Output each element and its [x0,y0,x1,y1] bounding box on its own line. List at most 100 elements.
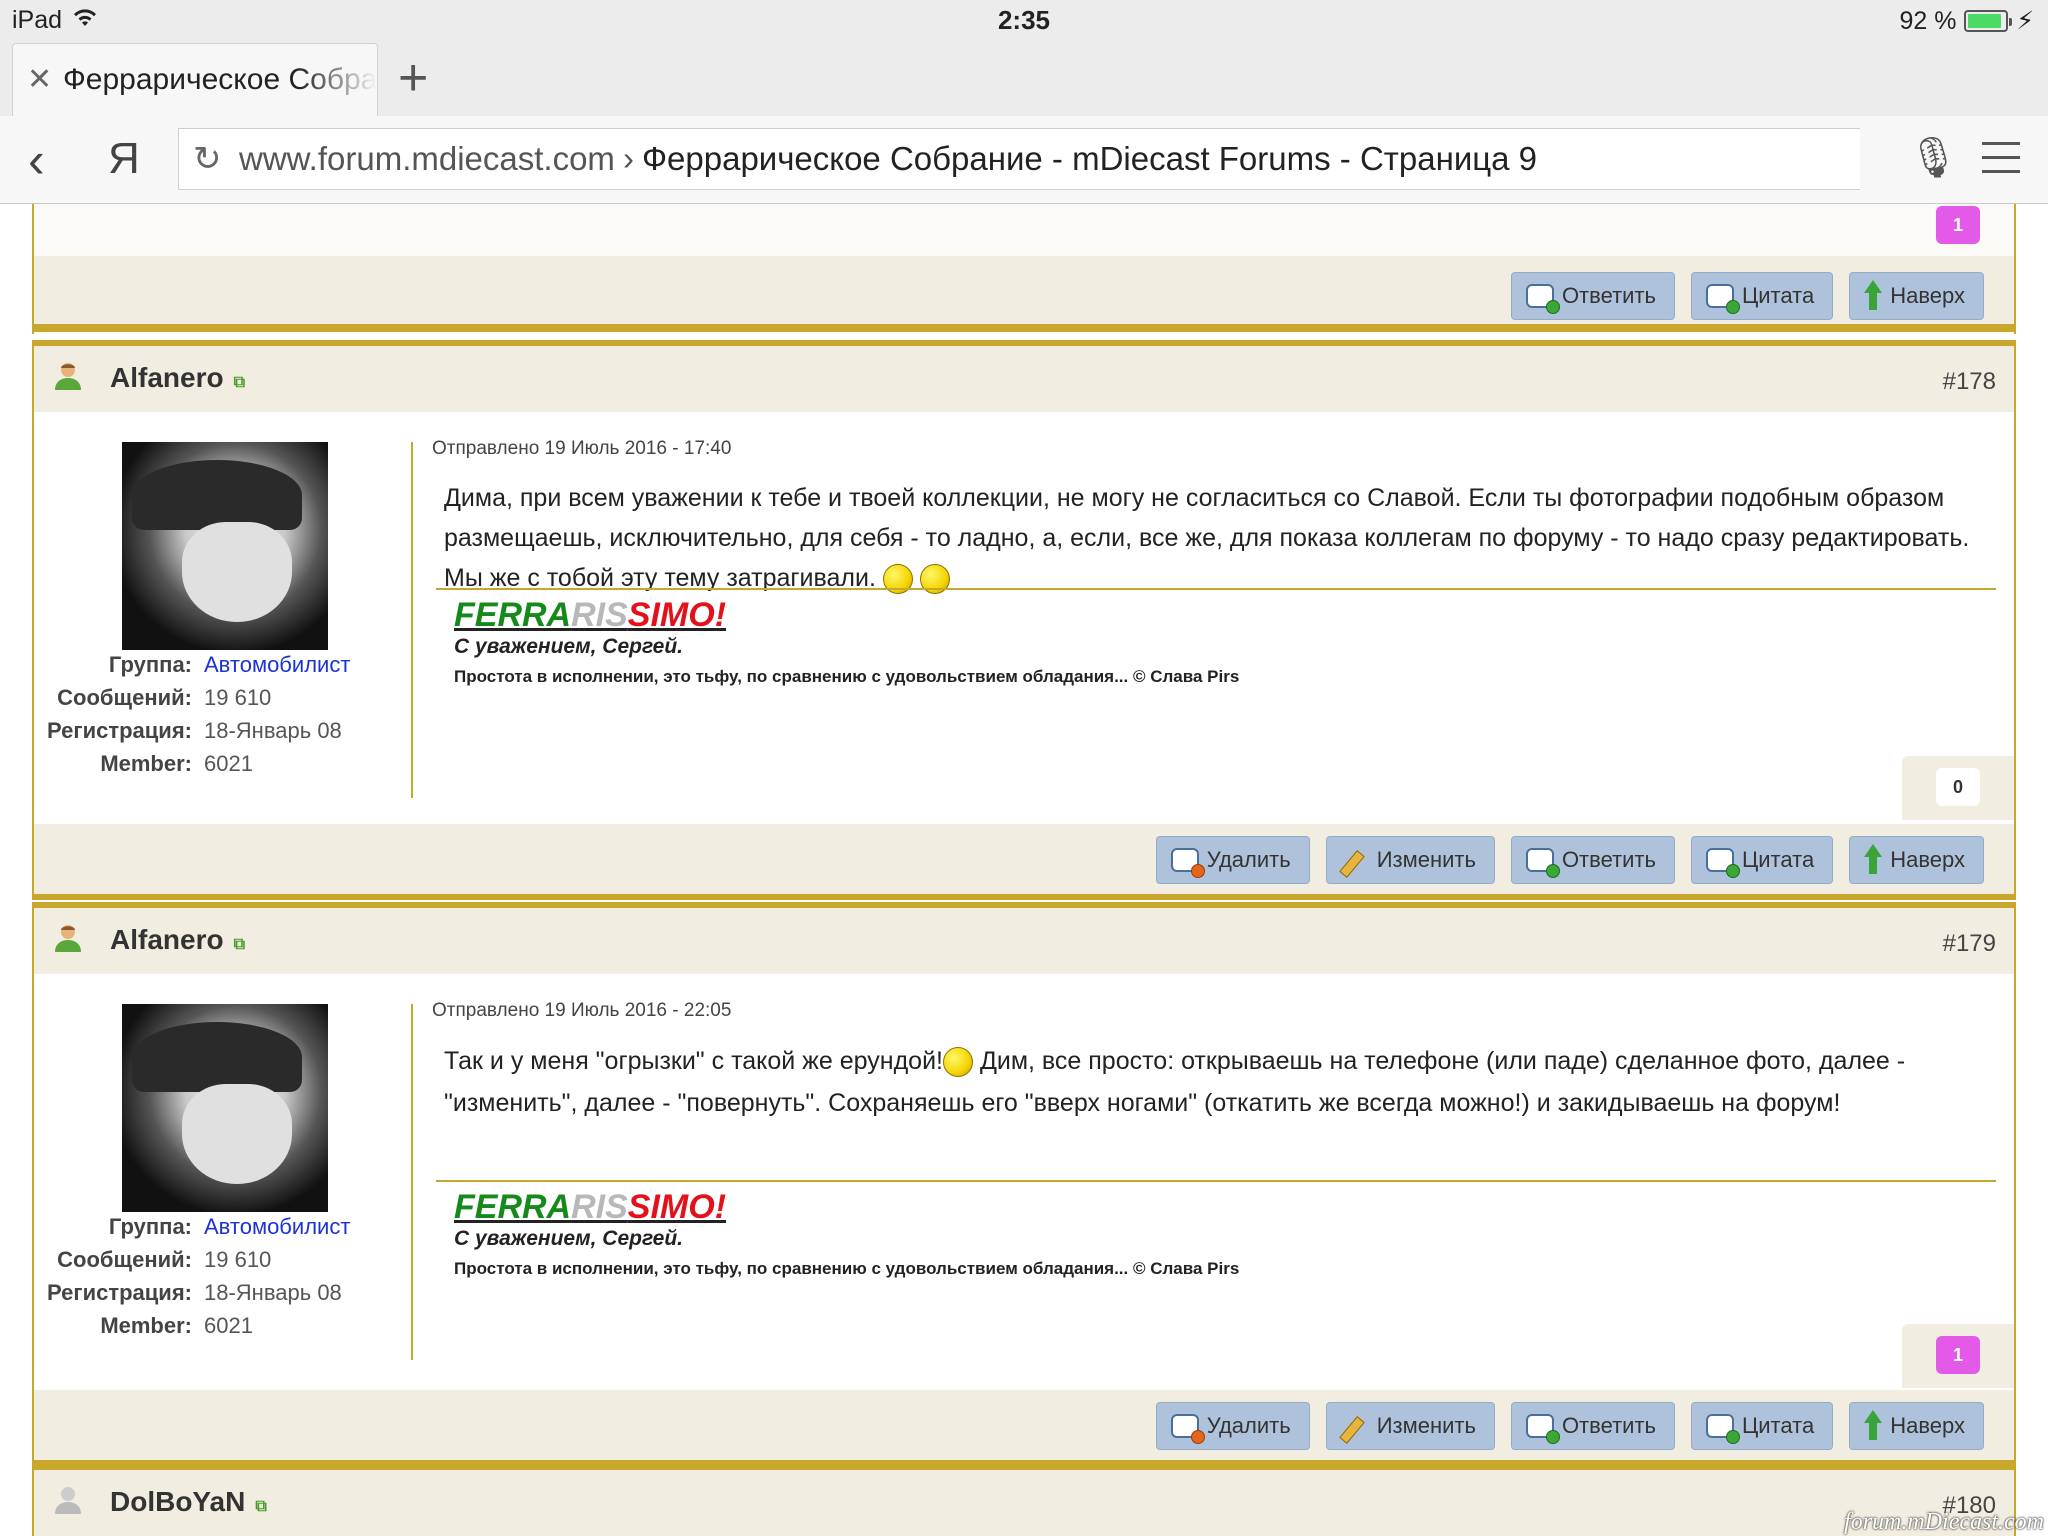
signature-quote: Простота в исполнении, это тьфу, по срав… [454,1259,1240,1278]
registration-date: 18-Январь 08 [204,1280,342,1305]
post-date: Отправлено 19 Июль 2016 - 22:05 [432,1000,732,1021]
avatar[interactable] [122,442,328,650]
member-id: 6021 [204,1313,253,1338]
post-actions: Удалить Изменить Ответить Цитата Наверх [34,1390,2014,1466]
delete-button[interactable]: Удалить [1155,1402,1310,1450]
edit-button[interactable]: Изменить [1325,836,1495,884]
post-actions: Удалить Изменить Ответить Цитата Наверх [34,824,2014,900]
post-body: Группа: Автомобилист Сообщений: 19 610 Рег… [34,974,2014,1390]
watermark: forum.mDiecast.com [1844,1509,2044,1535]
quote-button[interactable]: Цитата [1690,836,1834,884]
reply-button[interactable]: Ответить [1510,836,1675,884]
yandex-icon[interactable]: Я [108,134,140,184]
post-180: DolBoYaN ⧉ #180 [32,1464,2016,1536]
reputation-box: 0 [1902,756,2014,820]
reload-icon[interactable]: ↻ [193,129,222,189]
delete-button[interactable]: Удалить [1155,836,1310,884]
microphone-icon[interactable]: 🎙 [1908,134,1959,181]
new-tab-icon[interactable]: + [398,48,428,108]
up-arrow-icon [1864,280,1883,310]
messages-count: 19 610 [204,1247,272,1272]
quote-button[interactable]: Цитата [1690,272,1834,320]
avatar[interactable] [122,1004,328,1212]
post-number[interactable]: #178 [1943,368,1996,396]
pencil-icon [1341,848,1369,872]
username[interactable]: DolBoYaN ⧉ [110,1486,267,1518]
reply-icon [1525,848,1560,878]
signature: FERRARISSIMO! С уважением, Сергей. Прост… [454,1188,1239,1279]
battery-percent: 92 % [1899,6,1957,35]
reputation-box: 1 [1902,1324,2014,1388]
edit-button[interactable]: Изменить [1325,1402,1495,1450]
url-title: Феррарическое Собрание - mDiecast Forums… [641,140,1538,177]
signature-brand: FERRARISSIMO! [454,596,727,634]
user-info: Группа: Автомобилист Сообщений: 19 610 Рег… [34,648,414,780]
external-link-icon[interactable]: ⧉ [234,374,245,391]
group-label: Группа: [108,1214,192,1239]
menu-icon[interactable] [1982,142,2020,184]
user-online-icon [55,925,81,952]
top-button[interactable]: Наверх [1849,272,1984,320]
post-date: Отправлено 19 Июль 2016 - 17:40 [432,438,732,459]
post-179: Alfanero ⧉ #179 Группа: Автомобилист Сообщ… [32,902,2016,1466]
top-button[interactable]: Наверх [1849,836,1984,884]
reputation-badge[interactable]: 0 [1936,768,1980,806]
registration-label: Регистрация: [47,1280,192,1305]
user-online-icon [55,363,81,390]
user-offline-icon [55,1487,81,1514]
signature-regards: С уважением, Сергей. [454,1227,684,1250]
clock: 2:35 [997,5,1051,35]
pencil-icon [1341,1414,1369,1438]
top-button[interactable]: Наверх [1849,1402,1984,1450]
divider [411,1004,413,1360]
post-header: Alfanero ⧉ #179 [34,908,2014,974]
post-number[interactable]: #179 [1943,930,1996,958]
quote-icon [1705,848,1740,878]
post-header: Alfanero ⧉ #178 [34,346,2014,412]
divider [411,442,413,798]
reply-icon [1525,284,1560,314]
reputation-badge[interactable]: 1 [1936,206,1980,244]
external-link-icon[interactable]: ⧉ [234,936,245,953]
username[interactable]: Alfanero ⧉ [110,924,245,956]
delete-icon [1170,848,1205,878]
signature-quote: Простота в исполнении, это тьфу, по срав… [454,667,1240,686]
registration-date: 18-Январь 08 [204,718,342,743]
tab-bar: ✕ Феррарическое Собрание + [0,40,2048,117]
browser-tab[interactable]: ✕ Феррарическое Собрание [12,43,378,117]
url-domain: www.forum.mdiecast.com [239,140,615,177]
tab-title: Феррарическое Собрание [63,63,378,96]
post-body: Группа: Автомобилист Сообщений: 19 610 Рег… [34,412,2014,824]
user-info: Группа: Автомобилист Сообщений: 19 610 Рег… [34,1210,414,1342]
signature-divider [436,1180,1996,1182]
messages-label: Сообщений: [57,1247,192,1272]
post-header: DolBoYaN ⧉ #180 [34,1470,2014,1536]
username[interactable]: Alfanero ⧉ [110,362,245,394]
group-link[interactable]: Автомобилист [204,648,350,681]
messages-label: Сообщений: [57,685,192,710]
up-arrow-icon [1864,1410,1883,1440]
messages-count: 19 610 [204,685,272,710]
quote-icon [1705,284,1740,314]
member-label: Member: [100,751,192,776]
post-178: Alfanero ⧉ #178 Группа: Автомобилист Сообщ… [32,340,2016,900]
post-text: Так и у меня "огрызки" с такой же ерундо… [444,1047,1906,1117]
signature-regards: С уважением, Сергей. [454,635,684,658]
reply-button[interactable]: Ответить [1510,272,1675,320]
close-tab-icon[interactable]: ✕ [27,44,52,116]
delete-icon [1170,1414,1205,1444]
address-bar[interactable]: ↻ www.forum.mdiecast.com › Феррарическое С… [178,128,1860,190]
up-arrow-icon [1864,844,1883,874]
signature-divider [436,588,1996,590]
signature: FERRARISSIMO! С уважением, Сергей. Прост… [454,596,1239,687]
previous-post-footer: Ответить Цитата Наверх [32,256,2016,332]
signature-brand: FERRARISSIMO! [454,1188,727,1226]
group-link[interactable]: Автомобилист [204,1210,350,1243]
back-icon[interactable]: ‹ [28,135,45,185]
status-bar: iPad 2:35 92 % ⚡ [0,0,2048,40]
reply-button[interactable]: Ответить [1510,1402,1675,1450]
external-link-icon[interactable]: ⧉ [255,1498,266,1515]
quote-button[interactable]: Цитата [1690,1402,1834,1450]
browser-toolbar: ‹ Я ↻ www.forum.mdiecast.com › Феррарическ… [0,116,2048,204]
reputation-badge[interactable]: 1 [1936,1336,1980,1374]
